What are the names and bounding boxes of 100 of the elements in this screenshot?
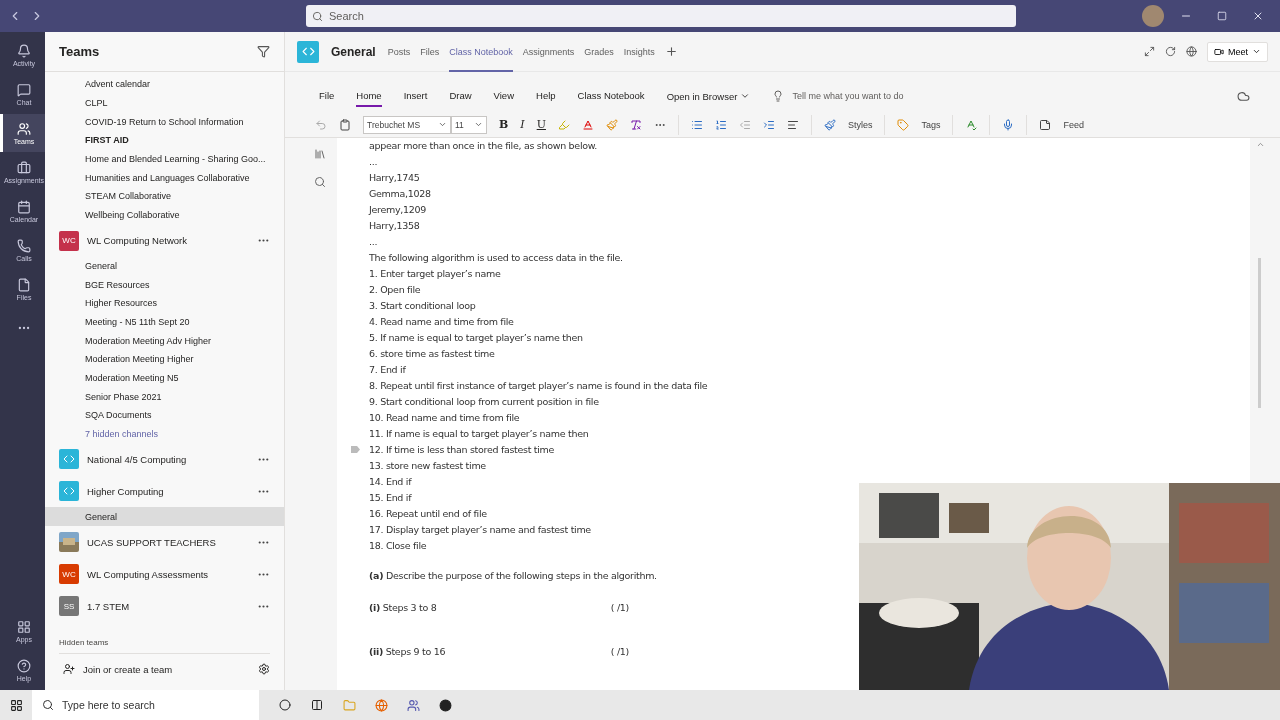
channel-item[interactable]: SQA Documents [45,406,284,425]
scroll-up-icon[interactable] [1256,140,1265,149]
styles-button[interactable]: Styles [847,119,873,130]
filter-icon[interactable] [257,45,270,58]
channel-item[interactable]: FIRST AID [45,131,284,150]
add-tab-icon[interactable] [664,45,678,58]
feed-button[interactable]: Feed [1063,119,1084,130]
join-team-link[interactable]: Join or create a team [83,663,250,675]
italic-button[interactable]: I [520,118,525,131]
globe-icon[interactable] [1186,46,1197,57]
tab[interactable]: Insights [623,31,655,72]
meet-button[interactable]: Meet [1207,41,1268,62]
notebooks-icon[interactable] [314,148,326,160]
document-line: Harry,1358 [369,220,420,231]
team-name[interactable]: Higher Computing [87,485,249,497]
cortana-icon[interactable] [279,699,291,711]
tab[interactable]: Class Notebook [449,31,513,72]
tab[interactable]: Grades [584,31,614,72]
caret-icon[interactable] [740,91,751,101]
channel-item[interactable]: Moderation Meeting Higher [45,349,284,369]
channel-item[interactable]: Advent calendar [45,75,284,94]
channel-item[interactable]: Moderation Meeting Adv Higher [45,331,284,350]
caret-icon [474,120,483,129]
open-in-browser-button[interactable]: Open in Browser [666,90,738,102]
tab[interactable]: Files [420,31,440,72]
tell-me-field[interactable]: Tell me what you want to do [792,91,904,101]
styles-icon [823,118,836,131]
document-line: ... [369,236,378,247]
refresh-icon[interactable] [1165,46,1176,57]
close-icon[interactable] [1252,10,1264,22]
channel-item[interactable]: Higher Resources [45,293,284,313]
channel-item[interactable]: Senior Phase 2021 [45,387,284,406]
tab[interactable]: Assignments [522,31,575,72]
team-avatar: WC [59,564,79,585]
windows-icon[interactable] [9,698,23,712]
channel-item[interactable]: BGE Resources [45,275,284,294]
tab[interactable]: Posts [387,31,411,72]
expand-icon[interactable] [1144,46,1155,57]
underline-button[interactable]: U [536,118,546,131]
team-name[interactable]: UCAS SUPPORT TEACHERS [87,536,249,548]
microphone-icon[interactable] [1002,118,1015,131]
channel-item[interactable]: General [45,507,284,527]
size-field[interactable]: 11 [451,115,487,134]
panel-title: Teams [59,44,100,59]
lightbulb-icon [772,90,785,102]
team-name[interactable]: National 4/5 Computing [87,453,249,465]
document-line: 10. Read name and time from file [369,412,520,423]
cloud-icon[interactable] [1237,89,1250,103]
clear-formatting-icon[interactable] [629,118,642,131]
team-name[interactable]: WL Computing Assessments [87,568,249,580]
channel-title: General [331,44,376,59]
document-line: 16. Repeat until end of file [369,508,487,519]
channel-item[interactable]: STEAM Collaborative [45,187,284,206]
chat-icon [17,82,31,97]
bullets-icon[interactable] [690,118,703,131]
channel-item[interactable]: Meeting - N5 11th Sept 20 [45,312,284,332]
channel-item[interactable]: Wellbeing Collaborative [45,205,284,225]
avatar[interactable] [1142,5,1164,27]
channel-item[interactable]: Humanities and Languages Collaborative [45,168,284,188]
bold-button[interactable]: B [499,118,509,131]
bell-icon [17,43,31,58]
hidden-channels-link[interactable]: 7 hidden channels [85,429,159,440]
tags-button[interactable]: Tags [921,119,941,130]
paragraph-handle-icon[interactable] [351,446,360,453]
ribbon-tab[interactable]: View [493,85,514,107]
channel-item[interactable]: CLPL [45,93,284,113]
help-icon [17,658,31,673]
add-people-icon [63,663,75,675]
clipboard-icon[interactable] [339,118,351,131]
numbering-icon[interactable] [714,118,727,131]
task-view-icon[interactable] [311,699,323,711]
align-icon[interactable] [786,118,799,131]
search-icon[interactable] [314,176,326,188]
font-color-icon[interactable] [581,118,594,131]
section-label: Hidden teams [59,634,270,654]
indent-icon[interactable] [762,118,775,131]
ribbon-tab[interactable]: Help [536,85,556,107]
ribbon-tab[interactable]: Home [356,85,382,107]
ribbon-tab[interactable]: Draw [449,85,472,107]
tag-icon [897,118,910,131]
ribbon-tab[interactable]: Insert [403,85,428,107]
spelling-icon[interactable] [965,118,978,131]
channel-item[interactable]: Moderation Meeting N5 [45,368,284,388]
team-name[interactable]: WL Computing Network [87,235,249,246]
ribbon-tab[interactable]: Class Notebook [577,85,645,107]
browser-icon[interactable] [374,698,388,712]
search-field[interactable]: Search [306,5,1016,27]
settings-icon[interactable] [258,663,270,675]
font-field[interactable]: Trebuchet MS [363,115,451,134]
document-line: 8. Repeat until first instance of target player’s name is found in the data file [369,380,708,391]
maximize-icon[interactable] [1217,11,1227,21]
marks-label: ( /1) [610,646,629,657]
scrollbar-thumb[interactable] [1258,258,1261,408]
taskbar-search-field[interactable]: Type here to search [32,690,259,720]
document-line: 13. store new fastest time [369,460,486,471]
ribbon-tab[interactable]: File [319,85,335,107]
team-name[interactable]: 1.7 STEM [87,600,249,612]
channel-item[interactable]: General [45,256,284,276]
channel-item[interactable]: COVID-19 Return to School Information [45,112,284,132]
channel-item[interactable]: Home and Blended Learning - Sharing Goo... [45,149,284,169]
